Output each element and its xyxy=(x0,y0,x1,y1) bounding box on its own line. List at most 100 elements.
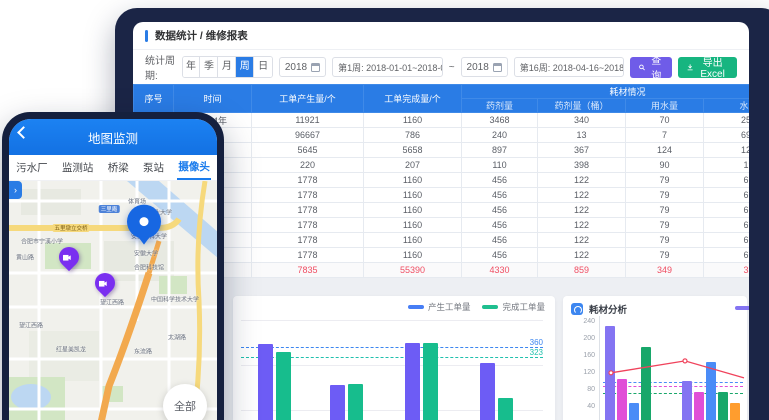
table-cell: 110 xyxy=(462,158,538,173)
phone-tab-泵站[interactable]: 泵站 xyxy=(142,156,165,179)
phone-title: 地图监测 xyxy=(88,128,138,147)
table-cell: 1778 xyxy=(252,248,364,263)
bar-bar-series-2[interactable] xyxy=(617,379,627,420)
filter-bar: 统计周期: 年季月周日 2018 第1周: 2018-01-01~2018-01… xyxy=(133,50,749,84)
bar-产生工单量[interactable] xyxy=(330,385,345,420)
week-range-to-input[interactable]: 第16周: 2018-04-16~2018-04-22 xyxy=(514,57,625,77)
table-cell: 859 xyxy=(538,263,626,278)
week-range-from-input[interactable]: 第1周: 2018-01-01~2018-01-07 xyxy=(332,57,443,77)
y-axis-tick: 80 xyxy=(567,386,595,393)
table-cell: 13 xyxy=(538,128,626,143)
col-header-consumables: 耗材情况 xyxy=(462,85,750,99)
map-view[interactable]: 三里庵五里墩立交桥体育场安徽农业大学安徽医科大学合肥市宁溪小学安徽大学合肥科技馆… xyxy=(9,181,217,420)
consumables-chart-card: 耗材分析 2402001601208040 xyxy=(563,296,747,420)
table-cell: 1160 xyxy=(364,188,462,203)
subcol-header: 药剂量（桶） xyxy=(538,99,626,113)
workorder-chart-card: 产生工单量完成工单量 360323 xyxy=(233,296,555,420)
bar-bar-series-2[interactable] xyxy=(694,392,704,420)
table-cell: 67 xyxy=(704,248,750,263)
phone-screen: 地图监测 污水厂监测站桥梁泵站摄像头 xyxy=(9,119,217,420)
search-icon xyxy=(639,63,645,72)
map-label: 东流路 xyxy=(134,347,152,356)
table-cell: 129 xyxy=(704,143,750,158)
phone-tab-桥梁[interactable]: 桥梁 xyxy=(107,156,130,179)
period-option-日[interactable]: 日 xyxy=(254,57,272,77)
bar-bar-series-1[interactable] xyxy=(682,381,692,420)
breadcrumb-accent xyxy=(145,30,148,42)
year-from-select[interactable]: 2018 xyxy=(279,57,326,77)
subcol-header: 用水量 xyxy=(626,99,704,113)
table-row: 7177811604561227967 xyxy=(134,203,750,218)
map-label: 红星美凯龙 xyxy=(56,345,86,354)
table-cell: 1778 xyxy=(252,203,364,218)
period-option-季[interactable]: 季 xyxy=(200,57,218,77)
reference-label: 323 xyxy=(530,348,543,357)
selected-camera-pin[interactable] xyxy=(127,205,161,239)
table-cell: 1160 xyxy=(364,113,462,128)
table-cell: 690 xyxy=(704,128,750,143)
table-cell: 1160 xyxy=(364,248,462,263)
period-segmented-control[interactable]: 年季月周日 xyxy=(182,56,273,78)
report-table: 序号 时间 工单产生量/个 工单完成量/个 耗材情况 药剂量药剂量（桶）用水量水… xyxy=(133,84,749,293)
bar-bar-series-1[interactable] xyxy=(605,326,615,420)
bar-完成工单量[interactable] xyxy=(348,384,363,420)
bar-bar-series-4[interactable] xyxy=(641,347,651,420)
bar-bar-series-4[interactable] xyxy=(718,392,728,420)
table-cell: 96667 xyxy=(252,128,364,143)
table-cell: 67 xyxy=(704,173,750,188)
table-row: 6177811604561227967 xyxy=(134,188,750,203)
download-icon xyxy=(687,63,693,72)
map-label: 望江西路 xyxy=(100,298,124,307)
subcol-header: 药剂量 xyxy=(462,99,538,113)
reference-label: 360 xyxy=(530,338,543,347)
y-axis-tick: 120 xyxy=(567,369,595,376)
calendar-icon xyxy=(493,63,502,72)
table-cell: 240 xyxy=(462,128,538,143)
y-axis-line xyxy=(599,316,600,420)
breadcrumb-bar: 数据统计 / 维修报表 xyxy=(133,22,749,50)
phone-tab-污水厂[interactable]: 污水厂 xyxy=(15,156,49,179)
table-row: 合计783555390433085934933 xyxy=(134,263,750,278)
y-axis-tick: 160 xyxy=(567,352,595,359)
bar-产生工单量[interactable] xyxy=(405,343,420,420)
year-to-select[interactable]: 2018 xyxy=(461,57,508,77)
y-axis-tick: 40 xyxy=(567,403,595,410)
query-button[interactable]: 查询 xyxy=(630,57,672,78)
export-excel-button[interactable]: 导出Excel xyxy=(678,57,737,78)
bar-bar-series-5[interactable] xyxy=(730,403,740,420)
table-cell: 67 xyxy=(704,218,750,233)
period-option-周[interactable]: 周 xyxy=(236,57,254,77)
subcol-header: 水量 xyxy=(704,99,750,113)
bar-bar-series-3[interactable] xyxy=(629,403,639,420)
table-cell: 79 xyxy=(626,188,704,203)
table-row: 12014年119211160346834070250 xyxy=(134,113,750,128)
y-axis-tick: 200 xyxy=(567,335,595,342)
table-cell: 1778 xyxy=(252,188,364,203)
map-label: 安徽大学 xyxy=(134,249,158,258)
bar-完成工单量[interactable] xyxy=(423,343,438,420)
bar-完成工单量[interactable] xyxy=(276,352,291,420)
table-cell: 1778 xyxy=(252,218,364,233)
table-cell: 456 xyxy=(462,233,538,248)
table-cell: 1160 xyxy=(364,233,462,248)
bar-产生工单量[interactable] xyxy=(258,344,273,420)
bar-产生工单量[interactable] xyxy=(480,363,495,420)
table-cell: 1778 xyxy=(252,173,364,188)
all-filter-button[interactable]: 全部 xyxy=(163,384,207,420)
bar-完成工单量[interactable] xyxy=(498,398,513,420)
table-cell: 90 xyxy=(626,158,704,173)
period-option-月[interactable]: 月 xyxy=(218,57,236,77)
map-label: 望江西路 xyxy=(19,321,43,330)
phone-tab-监测站[interactable]: 监测站 xyxy=(61,156,95,179)
table-cell: 456 xyxy=(462,203,538,218)
table-row: 10177811604561227967 xyxy=(134,248,750,263)
period-option-年[interactable]: 年 xyxy=(183,57,201,77)
table-cell: 122 xyxy=(538,233,626,248)
table-cell: 5645 xyxy=(252,143,364,158)
table-cell: 349 xyxy=(626,263,704,278)
phone-tab-摄像头[interactable]: 摄像头 xyxy=(177,155,211,180)
expand-panel-button[interactable]: › xyxy=(9,181,22,199)
back-chevron-icon[interactable] xyxy=(17,126,30,139)
bar-bar-series-3[interactable] xyxy=(706,362,716,420)
range-tilde: ~ xyxy=(449,62,455,73)
